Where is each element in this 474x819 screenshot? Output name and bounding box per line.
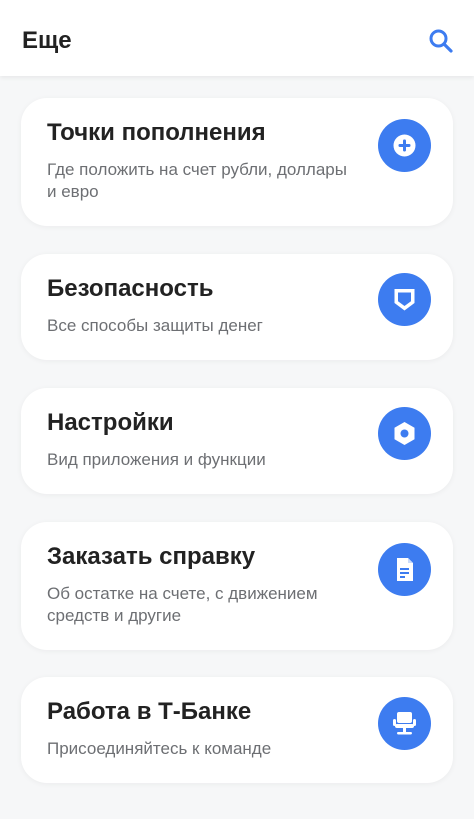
card-description: Об остатке на счете, с движением средств…	[47, 584, 318, 625]
card-careers[interactable]: Работа в Т‑Банке Присоединяйтесь к коман…	[21, 677, 453, 783]
page-title: Еще	[22, 27, 72, 54]
card-description: Где положить на счет рубли, доллары и ев…	[47, 160, 347, 201]
card-top-up-points[interactable]: Точки пополнения Где положить на счет ру…	[21, 98, 453, 226]
menu-list: Точки пополнения Где положить на счет ру…	[0, 0, 474, 819]
card-description: Все способы защиты денег	[47, 316, 263, 335]
card-title: Работа в Т‑Банке	[47, 698, 252, 725]
card-title: Настройки	[47, 409, 174, 436]
card-title: Заказать справку	[47, 543, 256, 570]
card-description: Присоединяйтесь к команде	[47, 739, 272, 758]
search-button[interactable]	[424, 24, 458, 58]
search-icon	[429, 29, 453, 53]
shield-icon	[378, 273, 431, 326]
card-title: Безопасность	[47, 275, 214, 302]
card-title: Точки пополнения	[47, 119, 266, 146]
gear-icon	[378, 407, 431, 460]
card-description: Вид приложения и функции	[47, 450, 266, 469]
document-icon	[378, 543, 431, 596]
card-order-certificate[interactable]: Заказать справку Об остатке на счете, с …	[21, 522, 453, 650]
card-settings[interactable]: Настройки Вид приложения и функции	[21, 388, 453, 494]
chair-icon	[378, 697, 431, 750]
app-header: Еще	[0, 0, 474, 76]
plus-icon	[378, 119, 431, 172]
card-security[interactable]: Безопасность Все способы защиты денег	[21, 254, 453, 360]
